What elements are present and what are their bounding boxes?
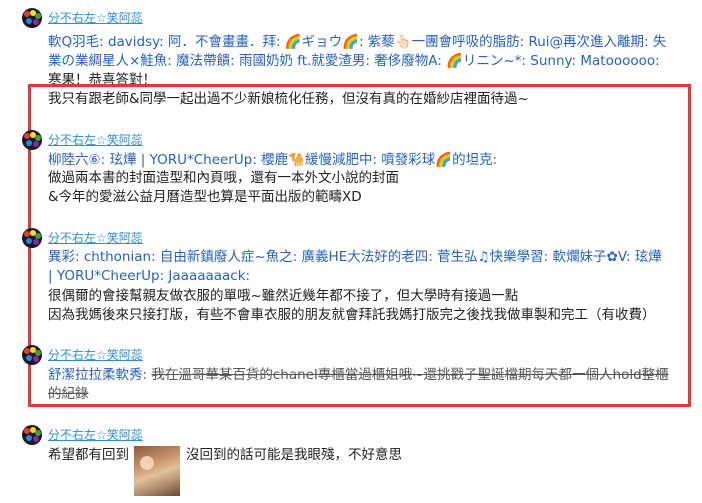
avatar[interactable] [22, 345, 42, 365]
avatar[interactable] [22, 130, 42, 150]
comment-text: 沒回到的話可能是我眼殘，不好意思 [186, 447, 402, 463]
comment-text: 因為我媽後來只接打版，有些不會車衣服的朋友就會拜託我媽打版完之後找我做車製和完工… [48, 307, 656, 323]
author-link[interactable]: 分不右左☆笑阿蕊 [48, 346, 143, 363]
comment-text: 做過兩本書的封面造型和內頁哦，還有一本外文小說的封面 [48, 170, 399, 186]
reaction-image[interactable] [134, 446, 180, 496]
mention-list[interactable]: 軟Q羽毛: davidsy: 阿．不會畫畫．拜: 🌈ギョウ🌈: 紫藜👆🏻一團會呼… [48, 32, 666, 52]
avatar[interactable] [22, 425, 42, 445]
comment-text: 的紀錄 [48, 386, 89, 402]
comment-text: &今年的愛滋公益月曆造型也算是平面出版的範疇XD [48, 189, 362, 205]
author-link[interactable]: 分不右左☆笑阿蕊 [48, 229, 143, 246]
comment-line: 舒潔拉拉柔軟秀: 我在溫哥華某百貨的chanel專櫃當過櫃姐哦~還挑戳子聖誕檔期… [48, 365, 669, 385]
avatar[interactable] [22, 228, 42, 248]
comment-text: 我只有跟老師&同學一起出過不少新娘梳化任務，但沒有真的在婚紗店裡面待過~ [48, 91, 529, 107]
mention-list[interactable]: | YORU*CheerUp: Jaaaaaaack: [48, 266, 250, 286]
author-link[interactable]: 分不右左☆笑阿蕊 [48, 131, 143, 148]
comment-text: 我在溫哥華某百貨的chanel專櫃當過櫃姐哦~還挑戳子聖誕檔期每天都一個人hol… [151, 367, 669, 383]
mention-list[interactable]: 柳陸六⑥: 玹燁 | YORU*CheerUp: 櫻鹿🐪緩慢減肥中: 噴發彩球🌈… [48, 150, 497, 170]
author-link[interactable]: 分不右左☆笑阿蕊 [48, 9, 143, 26]
comment-text: 很偶爾的會接幫親友做衣服的單哦~雖然近幾年都不接了，但大學時有接過一點 [48, 288, 519, 304]
avatar[interactable] [22, 8, 42, 28]
comment-text: 希望都有回到 [48, 447, 129, 463]
author-link[interactable]: 分不右左☆笑阿蕊 [48, 426, 143, 443]
mention-list[interactable]: 業の業綢星人×鮭魚: 魔法帶饋: 雨國奶奶 ft.就愛渣男: 奢侈廢物A: 🌈リ… [48, 51, 660, 71]
mention-link[interactable]: 舒潔拉拉柔軟秀: [48, 367, 147, 383]
mention-list[interactable]: 異彩: chthonian: 自由新鎮廢人症~魚之: 廣義HE大法好的老四: 菅… [48, 247, 662, 267]
